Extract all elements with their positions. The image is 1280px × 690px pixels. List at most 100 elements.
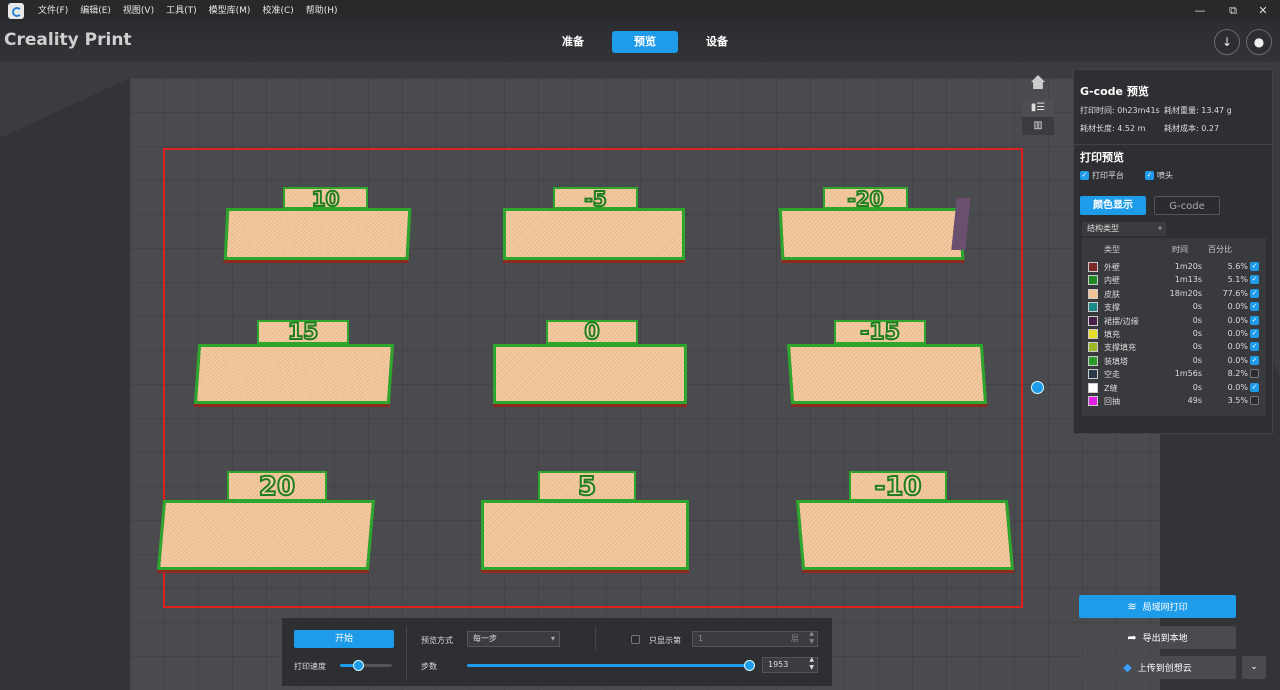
steps-input[interactable]: 1953 ▲ ▼ (762, 656, 818, 673)
menu-tools[interactable]: 工具(T) (160, 0, 203, 22)
print-time: 打印时间: 0h23m41s (1080, 106, 1160, 115)
cube-icon: ◆ (1123, 661, 1132, 674)
legend-percent: 0.0% (1227, 302, 1248, 312)
close-button[interactable]: ✕ (1246, 0, 1280, 22)
legend-visibility-checkbox[interactable]: ✓ (1250, 262, 1259, 271)
tab-preview[interactable]: 预览 (612, 31, 678, 53)
preview-mode-select[interactable]: 每一步 ▾ (467, 631, 560, 647)
color-swatch (1088, 315, 1098, 326)
filament-weight: 耗材重量: 13.47 g (1164, 106, 1232, 115)
user-icon: ● (1253, 35, 1265, 49)
legend-visibility-checkbox[interactable]: ✓ (1250, 302, 1259, 312)
legend-row: 支撑填充 0s 0.0% ✓ (1082, 341, 1266, 354)
show-plate-checkbox[interactable]: ✓ 打印平台 (1080, 170, 1124, 181)
legend-row: 空走 1m56s 8.2% (1082, 368, 1266, 381)
legend-visibility-checkbox[interactable] (1250, 396, 1259, 405)
filament-cost: 耗材成本: 0.27 (1164, 124, 1220, 133)
chevron-down-icon: ▾ (550, 634, 555, 643)
share-arrow-icon: ➦ (1127, 631, 1137, 644)
show-plate-label: 打印平台 (1092, 171, 1124, 180)
steps-slider-handle[interactable] (744, 660, 755, 671)
app-header: Creality Print 准备 预览 设备 (0, 22, 1280, 62)
legend-visibility-checkbox[interactable] (1250, 369, 1259, 379)
menu-edit[interactable]: 编辑(E) (74, 0, 117, 22)
only-show-layer-checkbox[interactable] (631, 635, 640, 644)
home-icon[interactable] (1031, 75, 1045, 89)
tab-device[interactable]: 设备 (684, 31, 750, 53)
print-preview-title: 打印预览 (1080, 151, 1124, 164)
menu-calibration[interactable]: 校准(C) (256, 0, 299, 22)
view-mode-button[interactable]: ▮☰ (1022, 99, 1054, 117)
speed-slider-handle[interactable] (353, 660, 364, 671)
part-label-tag: -10 (849, 471, 947, 502)
structure-type-value: 结构类型 (1087, 224, 1119, 233)
legend-time: 0s (1192, 329, 1202, 338)
show-nozzle-label: 喷头 (1157, 171, 1173, 180)
legend-percent: 5.6% (1227, 262, 1248, 271)
legend-time: 18m20s (1169, 288, 1202, 298)
tab-prepare[interactable]: 准备 (540, 31, 606, 53)
legend-percent: 0.0% (1227, 329, 1248, 338)
more-options-button[interactable]: ⌄ (1242, 656, 1266, 679)
legend-row: 内壁 1m13s 5.1% ✓ (1082, 274, 1266, 287)
menu-view[interactable]: 视图(V) (117, 0, 160, 22)
steps-label: 步数 (421, 662, 437, 671)
part-base-plate (493, 344, 687, 404)
legend-visibility-checkbox[interactable]: ✓ (1250, 382, 1259, 392)
legend-type: 填充 (1104, 330, 1120, 339)
menu-bar: 文件(F) 编辑(E) 视图(V) 工具(T) 模型库(M) 校准(C) 帮助(… (32, 0, 344, 22)
spinner-arrows-icon[interactable]: ▲ ▼ (809, 630, 814, 646)
app-logo-icon (8, 3, 24, 19)
chevron-down-icon: ⌄ (1250, 662, 1258, 672)
part-base-plate (786, 344, 988, 404)
legend-time: 0s (1192, 342, 1202, 352)
front-view-icon: ▥ (1033, 120, 1043, 131)
start-button[interactable]: 开始 (294, 630, 394, 648)
legend-percent: 0.0% (1227, 355, 1248, 365)
layer-slider-handle[interactable] (1031, 381, 1044, 394)
legend-percent: 0.0% (1227, 342, 1248, 352)
legend-time: 0s (1192, 302, 1202, 312)
front-view-button[interactable]: ▥ (1022, 117, 1054, 135)
show-nozzle-checkbox[interactable]: ✓ 喷头 (1145, 170, 1173, 181)
download-button[interactable]: ↓ (1214, 29, 1240, 55)
upload-cloud-button[interactable]: ◆ 上传到创想云 (1079, 656, 1236, 679)
gcode-view-button[interactable]: G-code (1154, 196, 1220, 215)
legend-visibility-checkbox[interactable]: ✓ (1250, 288, 1259, 298)
part-label-tag: -15 (834, 320, 926, 345)
part-label-tag: 10 (283, 187, 368, 210)
legend-percent: 8.2% (1227, 369, 1248, 379)
legend-visibility-checkbox[interactable]: ✓ (1250, 275, 1259, 285)
part-base-plate (223, 208, 412, 260)
spinner-arrows-icon[interactable]: ▲ ▼ (809, 656, 814, 672)
legend-visibility-checkbox[interactable]: ✓ (1250, 315, 1259, 325)
account-button[interactable]: ● (1246, 29, 1272, 55)
legend-visibility-checkbox[interactable]: ✓ (1250, 355, 1259, 365)
divider (1074, 144, 1272, 145)
legend-time: 1m56s (1174, 369, 1202, 379)
legend-visibility-checkbox[interactable]: ✓ (1250, 329, 1259, 338)
maximize-button[interactable]: ⧉ (1216, 0, 1250, 22)
preview-mode-value: 每一步 (473, 634, 497, 643)
part-base-plate (503, 208, 685, 260)
export-local-button[interactable]: ➦ 导出到本地 (1079, 626, 1236, 649)
legend-percent: 0.0% (1227, 382, 1248, 392)
menu-help[interactable]: 帮助(H) (300, 0, 344, 22)
color-display-button[interactable]: 颜色显示 (1080, 196, 1146, 215)
chevron-down-icon: ▾ (1157, 224, 1162, 233)
menu-model-library[interactable]: 模型库(M) (203, 0, 257, 22)
only-show-layer-value: 1 (698, 634, 704, 643)
layer-unit-label: 层 (791, 634, 799, 643)
only-show-layer-input[interactable]: 1 层 ▲ ▼ (692, 630, 818, 647)
wifi-icon: ≋ (1127, 600, 1137, 613)
legend-visibility-checkbox[interactable]: ✓ (1250, 342, 1259, 352)
print-speed-label: 打印速度 (294, 662, 326, 671)
structure-type-select[interactable]: 结构类型 ▾ (1082, 222, 1166, 236)
menu-file[interactable]: 文件(F) (32, 0, 74, 22)
legend-type: 内壁 (1104, 276, 1120, 286)
lan-print-button[interactable]: ≋ 局域网打印 (1079, 595, 1236, 618)
brand-title: Creality Print (4, 30, 132, 50)
color-swatch (1088, 369, 1098, 380)
minimize-button[interactable]: — (1183, 0, 1217, 22)
color-swatch (1088, 275, 1098, 286)
